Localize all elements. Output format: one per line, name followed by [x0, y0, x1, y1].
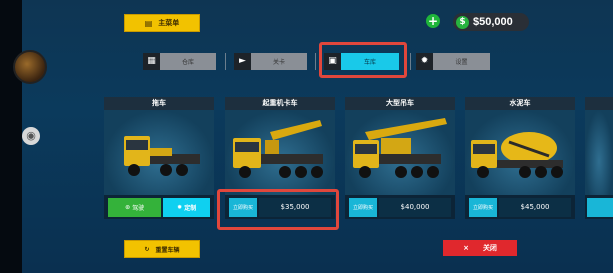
main-menu-label: 主菜单 — [158, 19, 180, 27]
money-display: $ $50,000 — [453, 13, 529, 31]
vehicle-price: $40,000 — [379, 197, 451, 217]
vehicle-card[interactable]: 拖车 ⊛ 驾驶 ✹ 定制 — [104, 97, 214, 219]
vehicle-image — [225, 110, 335, 195]
vehicle-image — [345, 110, 455, 195]
tab-settings[interactable]: ✹ 设置 — [416, 53, 490, 70]
vehicle-card[interactable]: 水泥车 立即购买 $45,000 — [465, 97, 575, 219]
vehicle-card-partial[interactable] — [585, 97, 613, 219]
player-avatar[interactable] — [13, 50, 47, 84]
main-menu-button[interactable]: ▤ 主菜单 — [124, 14, 200, 32]
vehicle-title: 水泥车 — [465, 97, 575, 110]
tab-divider — [410, 53, 411, 70]
tab-divider — [315, 53, 316, 70]
customize-label: 定制 — [184, 204, 197, 212]
gear-icon: ✹ — [416, 53, 433, 70]
tab-label: 关卡 — [251, 53, 307, 70]
reset-vehicle-button[interactable]: ↻ 重置车辆 — [124, 240, 200, 258]
buy-now-button[interactable]: 立即购买 — [349, 197, 378, 217]
steering-wheel-icon: ⊛ — [125, 203, 131, 211]
vehicle-image — [585, 110, 613, 195]
refresh-icon: ↻ — [144, 245, 150, 253]
highlight-box — [319, 42, 407, 78]
tab-warehouse[interactable]: ▦ 仓库 — [143, 53, 216, 70]
globe-icon[interactable]: ◉ — [22, 127, 40, 145]
reset-label: 重置车辆 — [155, 246, 180, 254]
vehicle-image — [465, 110, 575, 195]
vehicle-image — [104, 110, 214, 195]
tab-levels[interactable]: ► 关卡 — [234, 53, 307, 70]
add-money-button[interactable]: + — [426, 14, 440, 28]
play-icon: ► — [234, 53, 251, 70]
vehicle-title: 起重机卡车 — [225, 97, 335, 110]
dollar-icon: $ — [456, 15, 469, 29]
vehicle-card[interactable]: 大型吊车 立即购买 $40,000 — [345, 97, 455, 219]
vehicle-price: $45,000 — [499, 197, 571, 217]
garage-icon: ▦ — [143, 53, 160, 70]
tab-label: 设置 — [433, 53, 490, 70]
customize-button[interactable]: ✹ 定制 — [163, 197, 210, 217]
close-button[interactable]: × 关闭 — [443, 240, 517, 256]
vehicle-title: 大型吊车 — [345, 97, 455, 110]
money-amount: $50,000 — [473, 16, 513, 28]
buy-now-button[interactable] — [587, 197, 613, 217]
tab-divider — [225, 53, 226, 70]
highlight-box — [217, 189, 339, 230]
drive-label: 驾驶 — [132, 204, 145, 212]
tab-label: 仓库 — [160, 53, 216, 70]
vehicle-title: 拖车 — [104, 97, 214, 110]
vehicle-title — [585, 97, 613, 110]
drive-button[interactable]: ⊛ 驾驶 — [108, 197, 162, 217]
gear-icon: ✹ — [177, 203, 183, 211]
left-edge-bar — [0, 0, 22, 273]
menu-icon: ▤ — [144, 18, 153, 28]
close-label: 关闭 — [482, 244, 497, 252]
buy-now-button[interactable]: 立即购买 — [469, 197, 498, 217]
close-icon: × — [463, 244, 469, 252]
